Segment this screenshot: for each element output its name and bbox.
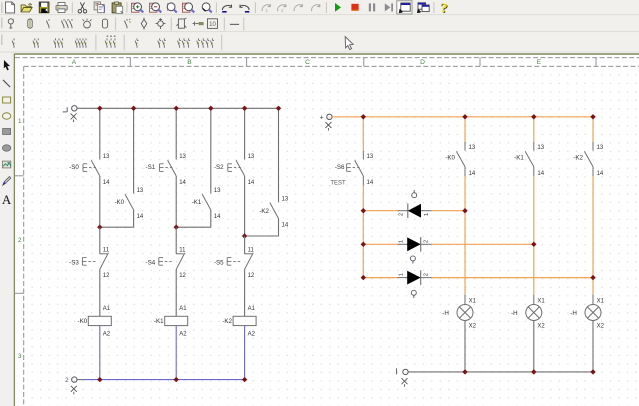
svg-text:-K1: -K1 — [514, 155, 524, 162]
svg-text:E: E — [537, 59, 542, 66]
svg-text:13: 13 — [179, 154, 186, 160]
svg-text:C: C — [305, 59, 310, 66]
svg-text:14: 14 — [282, 222, 289, 228]
svg-text:-K1: -K1 — [154, 318, 164, 325]
svg-text:-S0: -S0 — [69, 164, 79, 171]
svg-text:-K2: -K2 — [573, 155, 583, 162]
svg-text:13: 13 — [367, 154, 374, 160]
svg-text:-K0: -K0 — [445, 155, 455, 162]
svg-text:-K0: -K0 — [78, 318, 88, 325]
svg-text:14: 14 — [537, 171, 544, 177]
svg-text:2: 2 — [65, 377, 69, 384]
svg-text:X2: X2 — [597, 324, 605, 330]
svg-text:B: B — [187, 59, 192, 66]
svg-text:A1: A1 — [103, 306, 111, 312]
svg-text:3: 3 — [18, 353, 22, 360]
svg-text:13: 13 — [214, 188, 221, 194]
svg-text:12: 12 — [248, 273, 255, 279]
svg-text:14: 14 — [103, 180, 110, 186]
svg-text:13: 13 — [282, 196, 289, 202]
svg-text:2: 2 — [281, 8, 284, 13]
svg-text:2: 2 — [399, 213, 405, 216]
svg-text:-S5: -S5 — [214, 259, 224, 266]
svg-text:A1: A1 — [248, 306, 256, 312]
svg-text:-H: -H — [511, 310, 518, 317]
svg-text:12: 12 — [179, 273, 186, 279]
svg-text:1: 1 — [18, 118, 22, 125]
svg-text:-S2: -S2 — [214, 164, 224, 171]
svg-text:14: 14 — [469, 171, 476, 177]
svg-text:2: 2 — [18, 237, 22, 244]
svg-text:A2: A2 — [248, 331, 256, 337]
svg-text:11: 11 — [179, 247, 186, 253]
svg-text:13: 13 — [469, 145, 476, 151]
svg-text:A: A — [72, 59, 77, 66]
svg-text:14: 14 — [214, 214, 221, 220]
svg-text:1: 1 — [399, 240, 405, 243]
svg-text:TEST: TEST — [330, 181, 346, 187]
svg-text:2: 2 — [424, 240, 430, 243]
svg-text:-S3: -S3 — [69, 259, 79, 266]
svg-text:X1: X1 — [597, 298, 605, 304]
svg-text:-S6: -S6 — [335, 164, 345, 171]
svg-text:+: + — [320, 114, 324, 121]
svg-text:X2: X2 — [537, 324, 545, 330]
svg-text:14: 14 — [179, 180, 186, 186]
svg-text:1: 1 — [424, 213, 430, 216]
svg-text:13: 13 — [103, 154, 110, 160]
svg-text:-K1: -K1 — [192, 199, 202, 206]
svg-text:11: 11 — [248, 247, 255, 253]
svg-text:14: 14 — [248, 180, 255, 186]
svg-text:1: 1 — [266, 8, 269, 13]
svg-text:13: 13 — [137, 188, 144, 194]
svg-text:D: D — [420, 59, 425, 66]
svg-text:-H: -H — [570, 310, 577, 317]
svg-text:-K0: -K0 — [114, 199, 124, 206]
svg-text:-S4: -S4 — [146, 259, 156, 266]
svg-text:-S1: -S1 — [146, 164, 156, 171]
svg-text:-K2: -K2 — [222, 318, 232, 325]
svg-text:14: 14 — [597, 171, 604, 177]
svg-text:13: 13 — [248, 154, 255, 160]
svg-text:14: 14 — [137, 214, 144, 220]
svg-text:11: 11 — [103, 247, 110, 253]
svg-text:A2: A2 — [103, 331, 111, 337]
svg-text:-H: -H — [442, 310, 449, 317]
svg-text:X2: X2 — [469, 324, 477, 330]
svg-text:10: 10 — [209, 22, 216, 28]
svg-text:A: A — [2, 192, 12, 207]
svg-text:X1: X1 — [537, 298, 545, 304]
svg-text:12: 12 — [103, 273, 110, 279]
svg-text:-K2: -K2 — [259, 208, 269, 215]
svg-text:2: 2 — [424, 273, 430, 276]
svg-text:14: 14 — [367, 180, 374, 186]
svg-text:X1: X1 — [469, 298, 477, 304]
svg-text:1: 1 — [399, 273, 405, 276]
svg-text:13: 13 — [597, 145, 604, 151]
svg-text:A2: A2 — [179, 331, 187, 337]
svg-text:A1: A1 — [179, 306, 187, 312]
svg-text:13: 13 — [537, 145, 544, 151]
svg-text:?: ? — [440, 1, 448, 16]
